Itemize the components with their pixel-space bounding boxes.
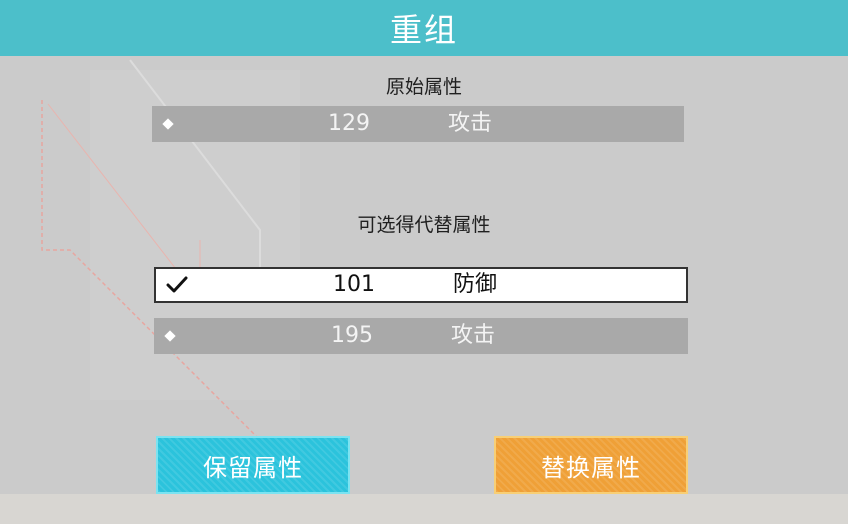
attribute-value: 129 (328, 111, 370, 136)
attribute-name: 攻击 (447, 111, 492, 136)
attribute-value: 195 (331, 323, 373, 348)
dialog-title: 重组 (389, 11, 458, 49)
alternative-option-row[interactable]: 195 攻击 (154, 318, 688, 354)
bottom-strip (0, 494, 848, 524)
alternative-option-row[interactable]: 101 防御 (154, 267, 688, 303)
reforge-dialog: 重组 原始属性 129 攻击 可选得代替属性 101 防御 195 攻击 保留属… (0, 0, 848, 524)
attribute-name: 攻击 (450, 323, 495, 348)
original-attribute-row: 129 攻击 (152, 106, 684, 142)
replace-attribute-button[interactable]: 替换属性 (494, 436, 688, 494)
title-bar: 重组 (0, 0, 848, 56)
diamond-bullet-icon (164, 330, 176, 342)
original-attribute-heading: 原始属性 (385, 76, 462, 98)
checkmark-icon (166, 276, 188, 293)
keep-attribute-button[interactable]: 保留属性 (156, 436, 350, 494)
attribute-name: 防御 (452, 272, 497, 297)
attribute-value: 101 (333, 272, 375, 297)
alternative-attribute-heading: 可选得代替属性 (357, 214, 491, 236)
diamond-bullet-icon (162, 118, 174, 130)
